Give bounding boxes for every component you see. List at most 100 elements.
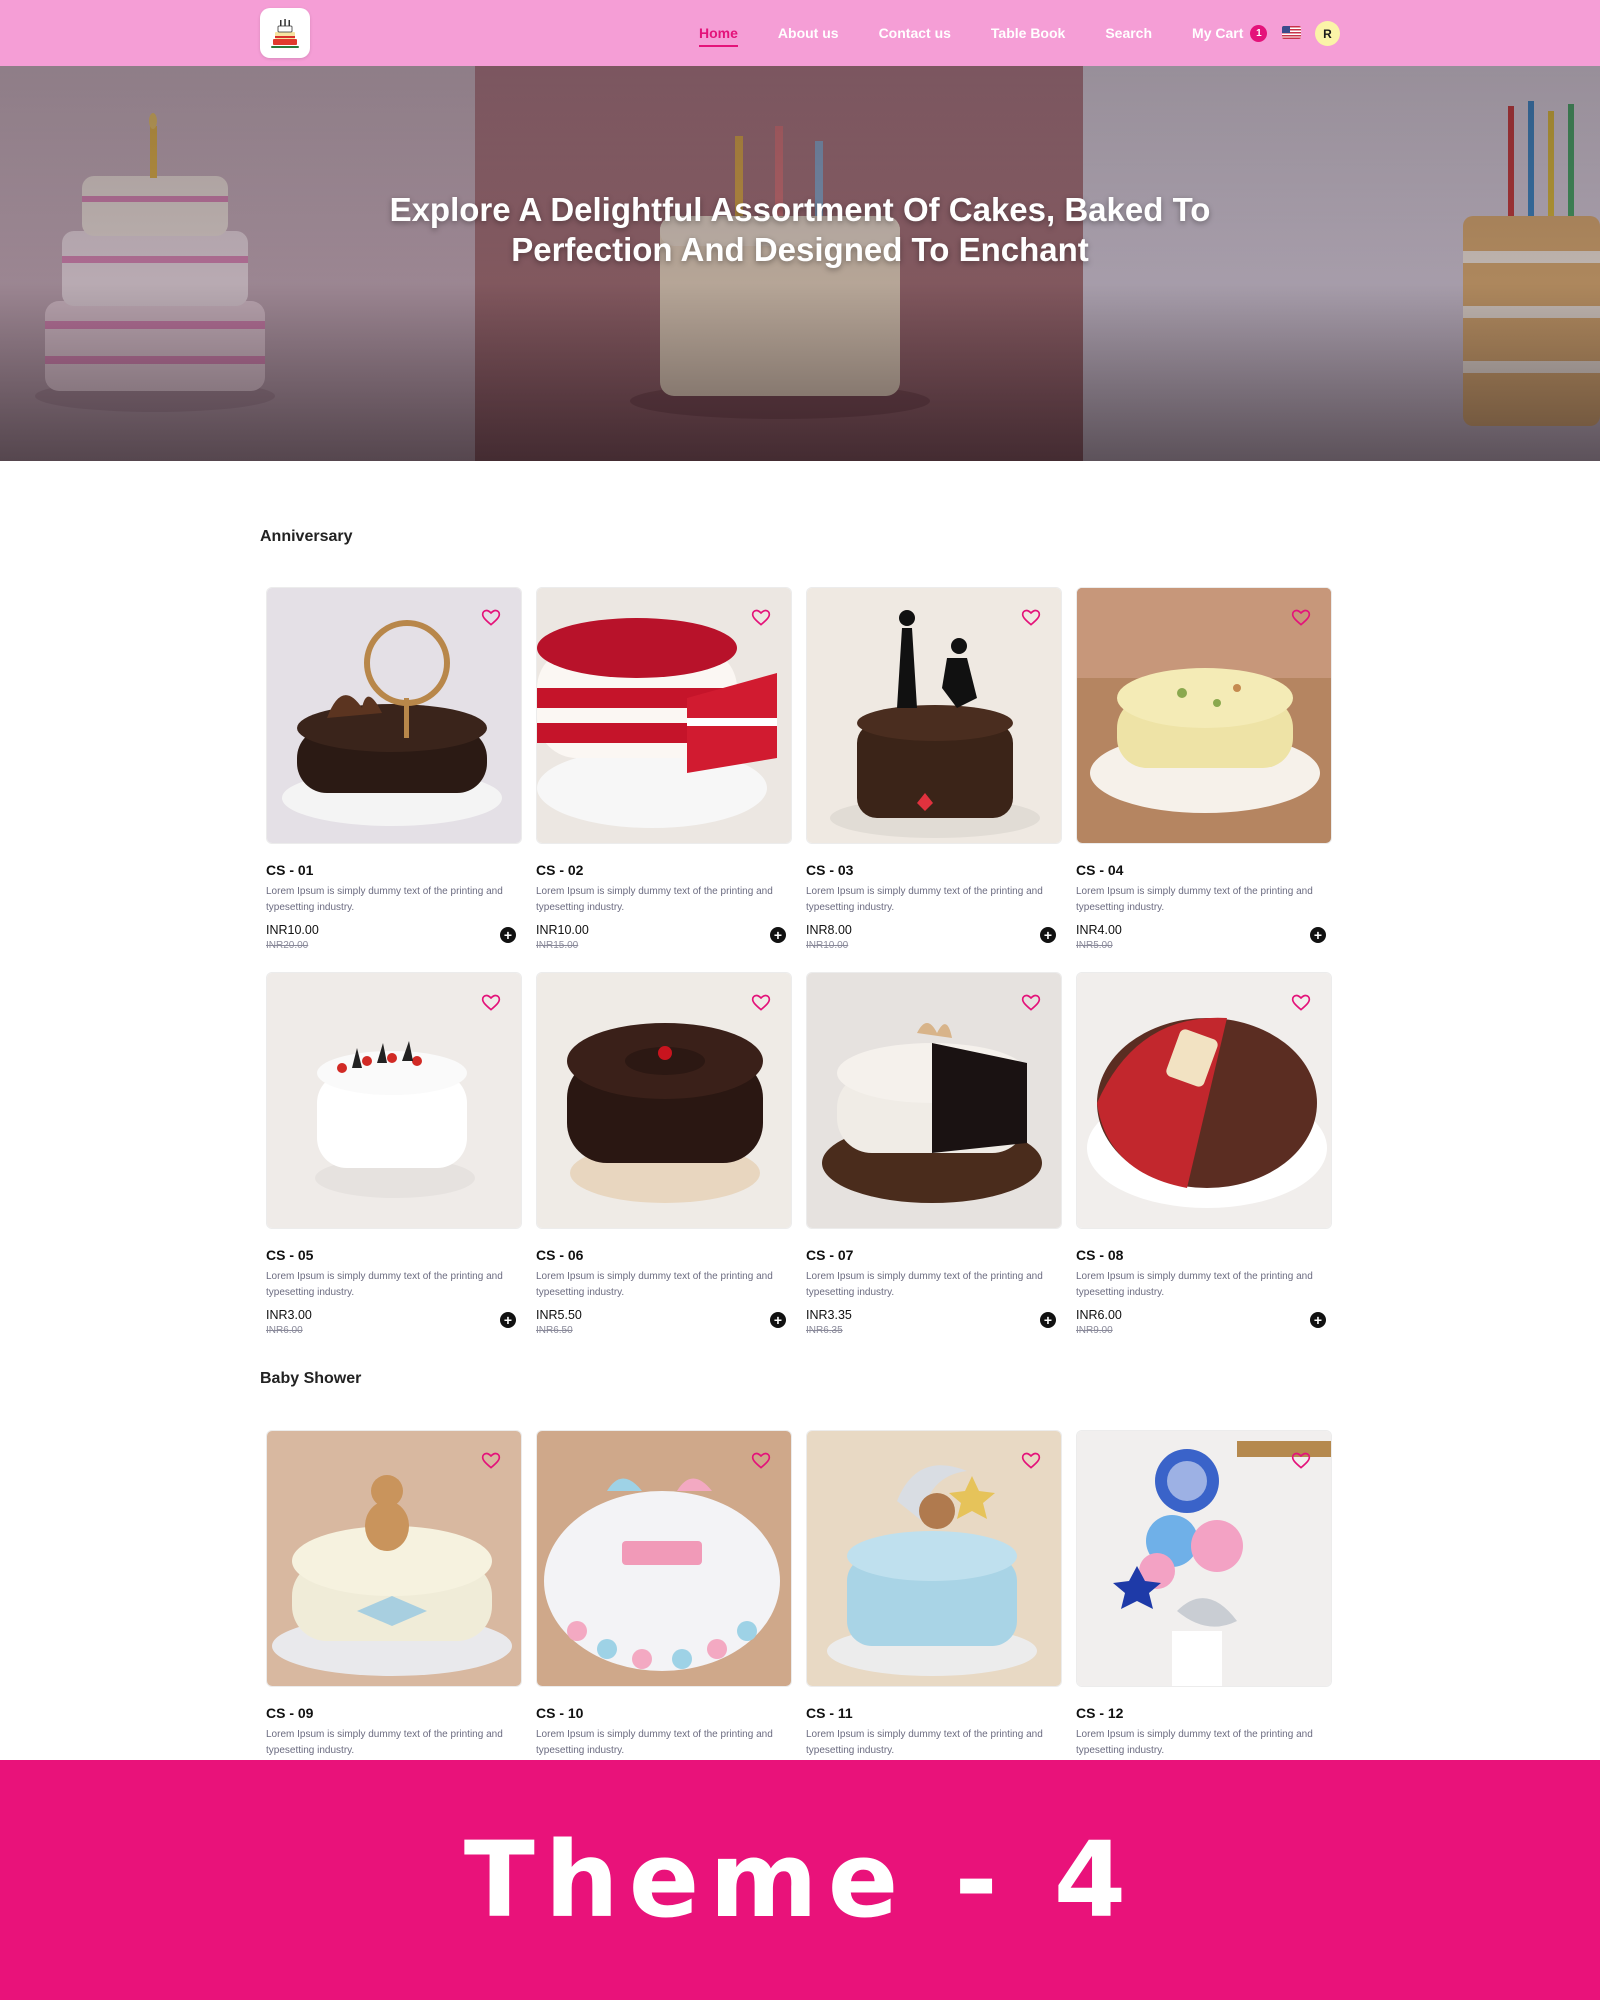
product-image[interactable] — [1076, 1430, 1332, 1687]
product-image[interactable] — [1076, 587, 1332, 844]
favorite-heart-icon[interactable] — [1291, 993, 1311, 1013]
product-card: CS - 09 Lorem Ipsum is simply dummy text… — [266, 1430, 522, 1815]
product-description: Lorem Ipsum is simply dummy text of the … — [806, 1271, 1043, 1298]
favorite-heart-icon[interactable] — [1021, 608, 1041, 628]
product-old-price: INR6.50 — [536, 1325, 573, 1336]
product-description: Lorem Ipsum is simply dummy text of the … — [266, 886, 503, 913]
add-to-cart-plus-icon[interactable]: + — [500, 1312, 516, 1328]
favorite-heart-icon[interactable] — [1291, 608, 1311, 628]
user-avatar[interactable]: R — [1315, 21, 1340, 46]
product-old-price: INR6.35 — [806, 1325, 843, 1336]
favorite-heart-icon[interactable] — [481, 993, 501, 1013]
favorite-heart-icon[interactable] — [481, 608, 501, 628]
favorite-heart-icon[interactable] — [1021, 993, 1041, 1013]
favorite-heart-icon[interactable] — [1021, 1451, 1041, 1471]
product-image[interactable] — [806, 587, 1062, 844]
product-name: CS - 08 — [1076, 1247, 1124, 1263]
favorite-heart-icon[interactable] — [481, 1451, 501, 1471]
product-name: CS - 03 — [806, 862, 854, 878]
product-image[interactable] — [806, 972, 1062, 1229]
favorite-heart-icon[interactable] — [751, 993, 771, 1013]
add-to-cart-plus-icon[interactable]: + — [770, 927, 786, 943]
product-description: Lorem Ipsum is simply dummy text of the … — [806, 886, 1043, 913]
product-image[interactable] — [266, 1430, 522, 1687]
main-navigation: Home About us Contact us Table Book Sear… — [699, 0, 1268, 66]
product-grid-anniversary: CS - 01 Lorem Ipsum is simply dummy text… — [266, 587, 1332, 1357]
product-name: CS - 04 — [1076, 862, 1124, 878]
product-name: CS - 09 — [266, 1705, 314, 1721]
product-image[interactable] — [266, 972, 522, 1229]
theme-label: Theme - 4 — [463, 1819, 1137, 1941]
us-flag-icon[interactable] — [1282, 26, 1301, 39]
favorite-heart-icon[interactable] — [1291, 1451, 1311, 1471]
product-card: CS - 03 Lorem Ipsum is simply dummy text… — [806, 587, 1062, 972]
product-name: CS - 02 — [536, 862, 584, 878]
nav-search[interactable]: Search — [1105, 25, 1152, 41]
product-description: Lorem Ipsum is simply dummy text of the … — [536, 886, 773, 913]
nav-table-book[interactable]: Table Book — [991, 25, 1065, 41]
cart-count-badge: 1 — [1250, 24, 1268, 42]
product-description: Lorem Ipsum is simply dummy text of the … — [1076, 1271, 1313, 1298]
product-card: CS - 08 Lorem Ipsum is simply dummy text… — [1076, 972, 1332, 1357]
product-price: INR3.35 — [806, 1308, 852, 1322]
product-price: INR3.00 — [266, 1308, 312, 1322]
top-navbar: Home About us Contact us Table Book Sear… — [0, 0, 1600, 66]
product-card: CS - 11 Lorem Ipsum is simply dummy text… — [806, 1430, 1062, 1815]
product-price: INR10.00 — [266, 923, 319, 937]
product-price: INR5.50 — [536, 1308, 582, 1322]
product-old-price: INR5.00 — [1076, 940, 1113, 951]
product-card: CS - 10 Lorem Ipsum is simply dummy text… — [536, 1430, 792, 1815]
product-image[interactable] — [536, 587, 792, 844]
product-image[interactable] — [1076, 972, 1332, 1229]
cart-label: My Cart — [1192, 25, 1244, 41]
product-grid-baby-shower: CS - 09 Lorem Ipsum is simply dummy text… — [266, 1430, 1332, 1815]
nav-my-cart[interactable]: My Cart 1 — [1192, 24, 1268, 42]
add-to-cart-plus-icon[interactable]: + — [1040, 927, 1056, 943]
product-price: INR8.00 — [806, 923, 852, 937]
product-image[interactable] — [536, 972, 792, 1229]
add-to-cart-plus-icon[interactable]: + — [1310, 927, 1326, 943]
section-title-anniversary: Anniversary — [260, 528, 353, 545]
product-image[interactable] — [266, 587, 522, 844]
product-description: Lorem Ipsum is simply dummy text of the … — [536, 1729, 773, 1756]
add-to-cart-plus-icon[interactable]: + — [500, 927, 516, 943]
product-card: CS - 06 Lorem Ipsum is simply dummy text… — [536, 972, 792, 1357]
product-card: CS - 04 Lorem Ipsum is simply dummy text… — [1076, 587, 1332, 972]
product-old-price: INR10.00 — [806, 940, 849, 951]
product-description: Lorem Ipsum is simply dummy text of the … — [1076, 1729, 1313, 1756]
product-name: CS - 12 — [1076, 1705, 1124, 1721]
product-image[interactable] — [806, 1430, 1062, 1687]
theme-banner: Theme - 4 — [0, 1760, 1600, 2000]
product-name: CS - 01 — [266, 862, 314, 878]
product-name: CS - 07 — [806, 1247, 854, 1263]
product-price: INR4.00 — [1076, 923, 1122, 937]
product-card: CS - 07 Lorem Ipsum is simply dummy text… — [806, 972, 1062, 1357]
product-description: Lorem Ipsum is simply dummy text of the … — [266, 1271, 503, 1298]
product-description: Lorem Ipsum is simply dummy text of the … — [536, 1271, 773, 1298]
product-card: CS - 02 Lorem Ipsum is simply dummy text… — [536, 587, 792, 972]
product-name: CS - 10 — [536, 1705, 584, 1721]
nav-about-us[interactable]: About us — [778, 25, 839, 41]
add-to-cart-plus-icon[interactable]: + — [1040, 1312, 1056, 1328]
product-card: CS - 12 Lorem Ipsum is simply dummy text… — [1076, 1430, 1332, 1815]
cake-logo-icon[interactable] — [260, 8, 310, 58]
product-image[interactable] — [536, 1430, 792, 1687]
product-old-price: INR6.00 — [266, 1325, 303, 1336]
product-old-price: INR15.00 — [536, 940, 579, 951]
product-description: Lorem Ipsum is simply dummy text of the … — [806, 1729, 1043, 1756]
hero-banner: Explore A Delightful Assortment Of Cakes… — [0, 66, 1600, 461]
add-to-cart-plus-icon[interactable]: + — [770, 1312, 786, 1328]
product-name: CS - 06 — [536, 1247, 584, 1263]
product-old-price: INR9.00 — [1076, 1325, 1113, 1336]
add-to-cart-plus-icon[interactable]: + — [1310, 1312, 1326, 1328]
nav-home[interactable]: Home — [699, 25, 738, 47]
favorite-heart-icon[interactable] — [751, 1451, 771, 1471]
product-name: CS - 05 — [266, 1247, 314, 1263]
section-title-baby-shower: Baby Shower — [260, 1370, 362, 1387]
product-price: INR6.00 — [1076, 1308, 1122, 1322]
product-card: CS - 05 Lorem Ipsum is simply dummy text… — [266, 972, 522, 1357]
favorite-heart-icon[interactable] — [751, 608, 771, 628]
nav-contact-us[interactable]: Contact us — [879, 25, 951, 41]
product-description: Lorem Ipsum is simply dummy text of the … — [1076, 886, 1313, 913]
product-name: CS - 11 — [806, 1705, 853, 1721]
